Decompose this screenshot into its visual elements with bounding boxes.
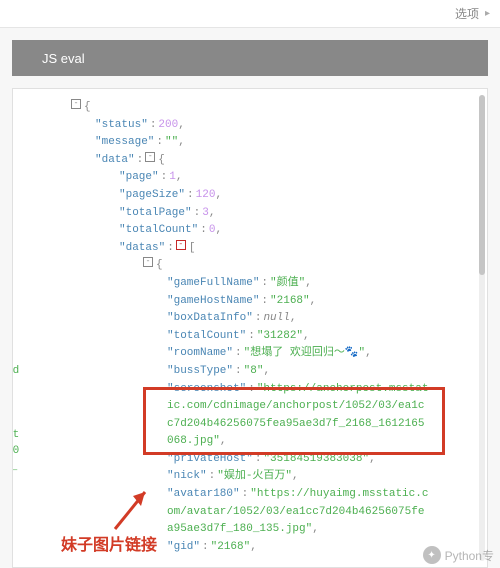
chevron-right-icon: ▸ bbox=[485, 8, 490, 19]
section-header: JS eval bbox=[12, 40, 488, 76]
edge-text: 1052\/0 bbox=[12, 443, 19, 461]
edge-text: f_2168_ bbox=[12, 459, 17, 477]
annotation-label: 妹子图片链接 bbox=[61, 533, 157, 559]
scrollbar-thumb[interactable] bbox=[479, 95, 485, 275]
json-content: d83d\ud st.msst 1052\/0 f_2168_ sstatic … bbox=[13, 89, 487, 566]
watermark: ✦ Python专 bbox=[423, 546, 494, 564]
scrollbar[interactable] bbox=[479, 95, 485, 561]
edge-text: d83d\ud bbox=[12, 363, 19, 381]
collapse-icon[interactable]: - bbox=[143, 257, 153, 267]
section-title: JS eval bbox=[42, 51, 85, 66]
json-viewer: d83d\ud st.msst 1052\/0 f_2168_ sstatic … bbox=[12, 88, 488, 568]
watermark-text: Python专 bbox=[445, 547, 494, 564]
collapse-icon[interactable]: - bbox=[176, 240, 186, 250]
edge-text: st.msst bbox=[12, 427, 19, 445]
wechat-icon: ✦ bbox=[423, 546, 441, 564]
collapse-icon[interactable]: - bbox=[145, 152, 155, 162]
options-link[interactable]: 选项 bbox=[455, 5, 479, 22]
top-bar: 选项 ▸ bbox=[0, 0, 500, 28]
collapse-icon[interactable]: - bbox=[71, 99, 81, 109]
